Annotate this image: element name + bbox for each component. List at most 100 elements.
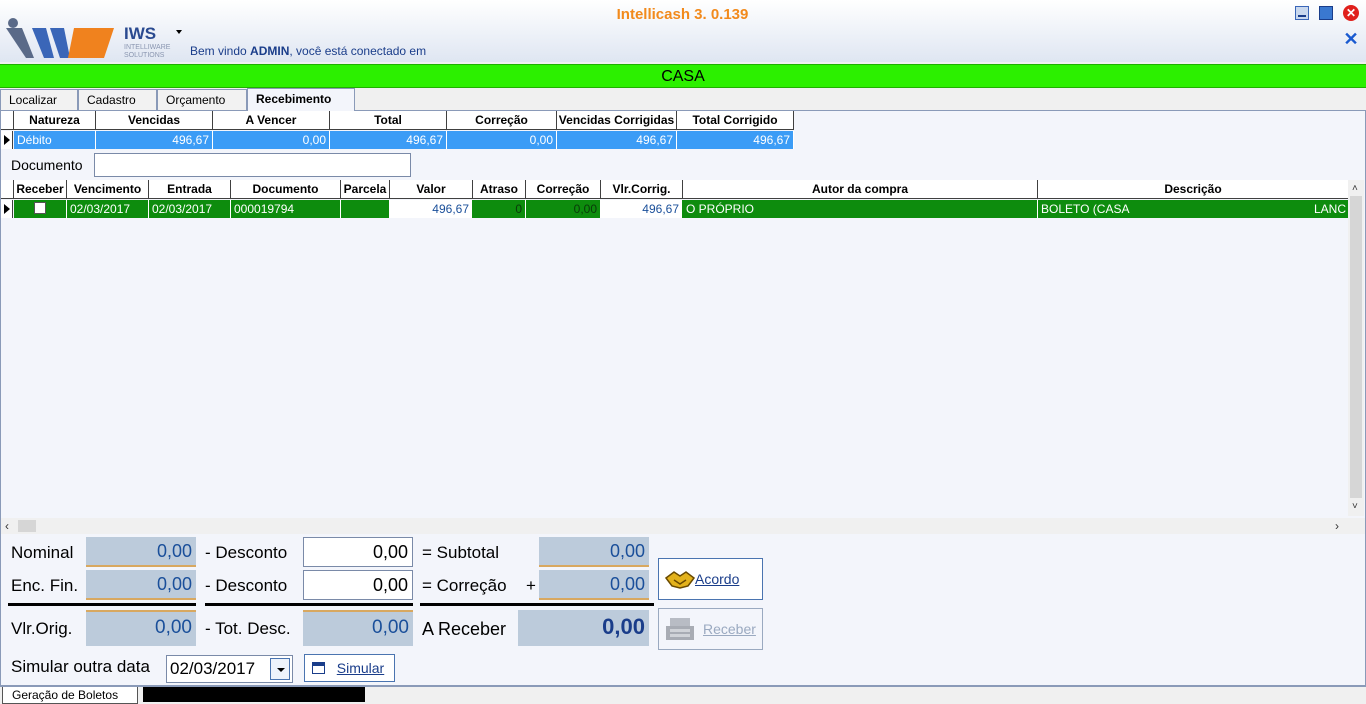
- close-form-icon[interactable]: ✕: [1343, 30, 1359, 48]
- desconto2-label: - Desconto: [205, 576, 288, 595]
- cell-documento[interactable]: 000019794: [231, 200, 341, 218]
- totdesc-field: 0,00: [303, 610, 413, 646]
- summary-header-vencidas: Vencidas: [96, 111, 213, 130]
- tab-cadastro[interactable]: Cadastro: [78, 89, 157, 110]
- summary-cell-vencidas[interactable]: 496,67: [96, 131, 213, 149]
- iws-logo: [4, 16, 116, 60]
- store-banner: CASA: [0, 64, 1366, 88]
- summary-header-total-corrigido: Total Corrigido: [677, 111, 794, 130]
- welcome-message: Bem vindo ADMIN, você está conectado em: [190, 44, 426, 58]
- cell-entrada[interactable]: 02/03/2017: [149, 200, 231, 218]
- descricao-text: BOLETO (CASA: [1041, 202, 1130, 216]
- receber-cell[interactable]: [14, 200, 67, 218]
- desconto1-label: - Desconto: [205, 543, 288, 562]
- documento-label: Documento: [11, 157, 83, 173]
- logo-subtext: INTELLIWARE SOLUTIONS: [124, 44, 171, 59]
- encfin-label: Enc. Fin.: [11, 576, 79, 595]
- cell-correcao[interactable]: 0,00: [526, 200, 601, 218]
- summary-header-total: Total: [330, 111, 447, 130]
- receber-checkbox[interactable]: [34, 202, 46, 214]
- vertical-scroll-thumb[interactable]: [1350, 196, 1362, 498]
- nominal-field: 0,00: [86, 537, 196, 567]
- documento-input[interactable]: [94, 153, 411, 177]
- summary-cell-vencidas-corrigidas[interactable]: 496,67: [557, 131, 677, 149]
- summary-header-correcao: Correção: [447, 111, 557, 130]
- cell-parcela[interactable]: [341, 200, 390, 218]
- tab-orcamento[interactable]: Orçamento: [157, 89, 247, 110]
- desconto1-input[interactable]: 0,00: [303, 537, 413, 567]
- summary-cell-a-vencer[interactable]: 0,00: [213, 131, 330, 149]
- areceber-field: 0,00: [518, 610, 649, 646]
- row-indicator-icon: [1, 200, 13, 218]
- handshake-icon: [664, 567, 696, 591]
- acordo-label: Acordo: [695, 571, 740, 587]
- header-vlr-corrig: Vlr.Corrig.: [601, 180, 683, 199]
- maximize-icon[interactable]: [1319, 6, 1333, 20]
- summary-header-natureza: Natureza: [14, 111, 96, 130]
- summary-grid: Natureza Vencidas A Vencer Total Correçã…: [1, 111, 794, 150]
- bottom-tab-bar: Geração de Boletos: [0, 686, 1366, 704]
- cell-atraso[interactable]: 0: [473, 200, 526, 218]
- receber-label: Receber: [703, 621, 756, 637]
- scroll-left-icon[interactable]: ‹: [5, 518, 9, 534]
- simular-label: Simular: [336, 660, 385, 676]
- desconto2-input[interactable]: 0,00: [303, 570, 413, 600]
- horizontal-scrollbar[interactable]: ‹ ›: [1, 518, 1365, 534]
- summary-header-a-vencer: A Vencer: [213, 111, 330, 130]
- areceber-label: A Receber: [422, 619, 507, 639]
- close-icon[interactable]: ✕: [1343, 5, 1359, 21]
- divider-line: [8, 603, 196, 606]
- simular-date-value: 02/03/2017: [170, 659, 256, 678]
- header-parcela: Parcela: [341, 180, 390, 199]
- cell-valor[interactable]: 496,67: [390, 200, 473, 218]
- horizontal-scroll-thumb[interactable]: [18, 520, 36, 532]
- recebimento-panel: Natureza Vencidas A Vencer Total Correçã…: [0, 110, 1366, 686]
- descricao-overflow-text: LANC: [1313, 202, 1346, 216]
- header-atraso: Atraso: [473, 180, 526, 199]
- receber-button[interactable]: Receber: [658, 608, 763, 650]
- tab-localizar[interactable]: Localizar: [0, 89, 78, 110]
- simular-button[interactable]: Simular: [304, 654, 395, 682]
- summary-header-vencidas-corrigidas: Vencidas Corrigidas: [557, 111, 677, 130]
- cell-descricao[interactable]: BOLETO (CASA LANC: [1038, 200, 1348, 218]
- divider-line: [420, 603, 654, 606]
- summary-cell-total[interactable]: 496,67: [330, 131, 447, 149]
- welcome-suffix: , você está conectado em: [289, 44, 427, 58]
- tab-geracao-de-boletos[interactable]: Geração de Boletos: [2, 687, 138, 704]
- summary-cell-natureza[interactable]: Débito: [14, 131, 96, 149]
- scroll-down-icon[interactable]: ˅: [1352, 502, 1358, 512]
- nominal-label: Nominal: [11, 543, 74, 562]
- summary-cell-correcao[interactable]: 0,00: [447, 131, 557, 149]
- correcao-label: = Correção: [422, 576, 507, 595]
- simular-date-picker[interactable]: 02/03/2017: [166, 655, 293, 683]
- cell-vlr-corrig[interactable]: 496,67: [601, 200, 683, 218]
- date-dropdown-icon[interactable]: [270, 658, 290, 680]
- divider-line: [205, 603, 413, 606]
- header-correcao: Correção: [526, 180, 601, 199]
- cell-vencimento[interactable]: 02/03/2017: [67, 200, 149, 218]
- installments-indicator-header: [1, 180, 14, 199]
- acordo-button[interactable]: Acordo: [658, 558, 763, 600]
- summary-cell-total-corrigido[interactable]: 496,67: [677, 131, 794, 149]
- logo-text: IWS: [124, 24, 157, 43]
- plus-sign: +: [526, 576, 536, 595]
- calendar-icon: [312, 662, 325, 674]
- scroll-up-icon[interactable]: ˄: [1352, 184, 1358, 194]
- vertical-scrollbar[interactable]: ˄ ˅: [1348, 180, 1364, 516]
- subtotal-field: 0,00: [539, 537, 649, 567]
- welcome-user: ADMIN: [250, 44, 290, 58]
- correcao-field: 0,00: [539, 570, 649, 600]
- subtotal-label: = Subtotal: [422, 543, 500, 562]
- scroll-right-icon[interactable]: ›: [1335, 518, 1339, 534]
- vlrorig-field: 0,00: [86, 610, 196, 646]
- tab-recebimento[interactable]: Recebimento: [247, 88, 355, 111]
- logo-dropdown-icon[interactable]: [176, 30, 182, 34]
- welcome-prefix: Bem vindo: [190, 44, 251, 58]
- header-descricao: Descrição: [1038, 180, 1348, 199]
- installments-grid: Receber Vencimento Entrada Documento Par…: [1, 180, 1365, 518]
- header-vencimento: Vencimento: [67, 180, 149, 199]
- minimize-icon[interactable]: [1295, 6, 1309, 20]
- vlrorig-label: Vlr.Orig.: [11, 619, 73, 638]
- cell-autor[interactable]: O PRÓPRIO: [683, 200, 1038, 218]
- redacted-tab[interactable]: [143, 687, 365, 702]
